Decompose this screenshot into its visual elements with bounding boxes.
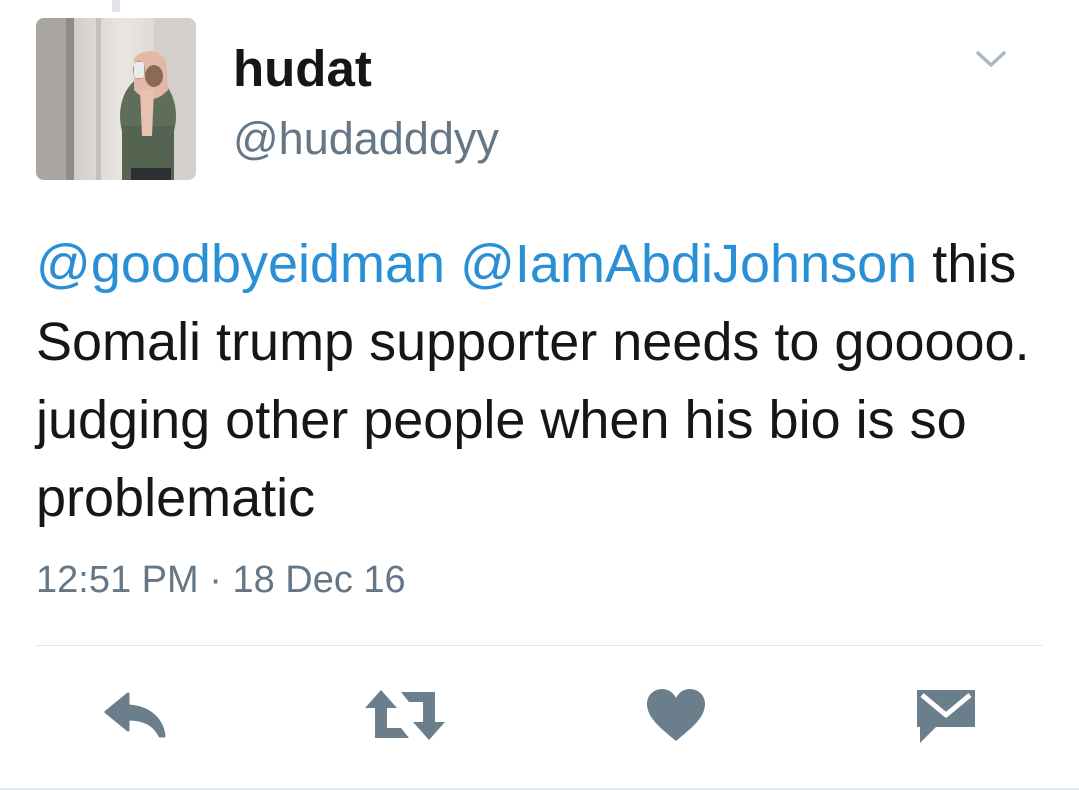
- tweet-menu-button[interactable]: [971, 46, 1011, 76]
- tweet-time: 12:51 PM: [36, 559, 199, 601]
- like-button[interactable]: [640, 684, 712, 750]
- mention-link[interactable]: @goodbyeidman: [36, 234, 445, 294]
- reply-icon: [100, 690, 168, 745]
- envelope-icon: [914, 687, 978, 752]
- retweet-icon: [363, 688, 447, 747]
- mention-link[interactable]: @IamAbdiJohnson: [460, 234, 917, 294]
- chevron-down-icon: [974, 49, 1008, 74]
- retweet-button[interactable]: [361, 684, 449, 750]
- timestamp-separator: ·: [209, 559, 222, 601]
- top-edge-marker: [112, 0, 120, 12]
- user-handle[interactable]: @hudadddyy: [233, 112, 499, 166]
- reply-button[interactable]: [98, 684, 170, 750]
- heart-icon: [645, 687, 707, 748]
- direct-message-button[interactable]: [910, 684, 982, 754]
- display-name[interactable]: hudat: [233, 38, 372, 99]
- tweet-date: 18 Dec 16: [232, 559, 406, 601]
- avatar[interactable]: [36, 18, 196, 180]
- tweet-text: @goodbyeidman @IamAbdiJohnson this Somal…: [36, 225, 1046, 537]
- divider: [36, 645, 1043, 646]
- tweet-timestamp[interactable]: 12:51 PM · 18 Dec 16: [36, 558, 406, 604]
